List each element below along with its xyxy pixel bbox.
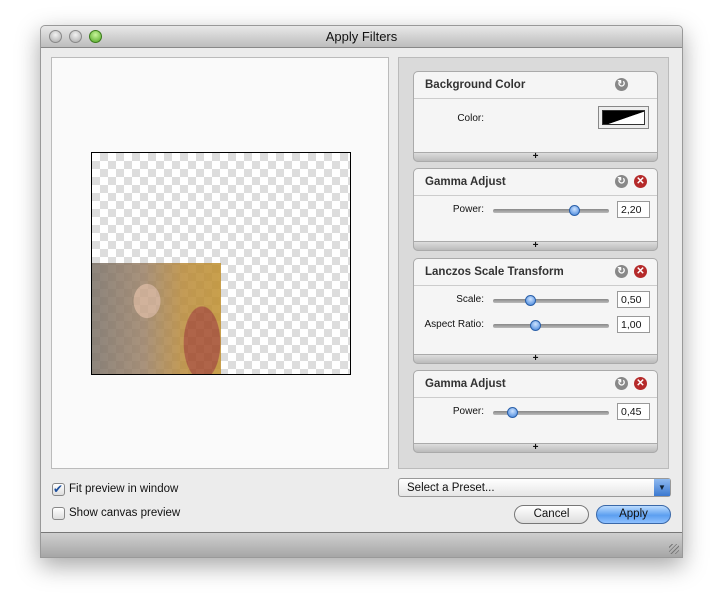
filter-title: Background Color (425, 79, 526, 91)
filter-param: Power: 2,20 (414, 201, 657, 219)
slider-thumb[interactable] (569, 205, 581, 216)
delete-x-icon[interactable]: ✕ (634, 377, 647, 390)
filter-header: Lanczos Scale Transform ↻ ✕ (414, 259, 657, 286)
apply-filters-window: Apply Filters Background Color ↻ Color: + Ga… (40, 25, 683, 558)
param-label: Scale: (456, 294, 484, 305)
plus-icon: + (532, 240, 539, 251)
param-slider[interactable] (493, 407, 609, 418)
plus-icon: + (532, 442, 539, 453)
filter-title: Gamma Adjust (425, 378, 506, 390)
preview-canvas (91, 152, 351, 375)
apply-button[interactable]: Apply (596, 505, 671, 524)
filter-title: Lanczos Scale Transform (425, 266, 564, 278)
filter-header: Gamma Adjust ↻ ✕ (414, 371, 657, 398)
add-filter-button[interactable]: + (413, 152, 658, 162)
preview-pane (51, 57, 389, 469)
param-label: Power: (452, 204, 484, 215)
filter-param: Color: (414, 106, 657, 129)
preset-value: Select a Preset... (407, 482, 495, 494)
delete-x-icon[interactable]: ✕ (634, 265, 647, 278)
filter-card: Gamma Adjust ↻ ✕ Power: 0,45 + (413, 370, 658, 453)
delete-x-icon[interactable]: ✕ (634, 175, 647, 188)
resize-grip-icon[interactable] (669, 544, 679, 554)
canvas-preview-checkbox[interactable] (52, 507, 65, 520)
fit-preview-label: Fit preview in window (69, 483, 179, 495)
plus-icon: + (532, 353, 539, 364)
filter-title: Gamma Adjust (425, 176, 506, 188)
filter-param: Scale: 0,50 (414, 291, 657, 309)
param-slider[interactable] (493, 295, 609, 306)
filter-card: Background Color ↻ Color: + (413, 71, 658, 162)
add-filter-button[interactable]: + (413, 354, 658, 364)
filter-header: Background Color ↻ (414, 72, 657, 99)
plus-icon: + (532, 151, 539, 162)
preview-image (92, 263, 221, 374)
status-bar (41, 532, 682, 557)
param-label: Aspect Ratio: (424, 319, 484, 330)
slider-thumb[interactable] (506, 407, 518, 418)
param-slider[interactable] (493, 320, 609, 331)
color-well[interactable] (598, 106, 649, 129)
slider-thumb[interactable] (529, 320, 541, 331)
filter-list: Background Color ↻ Color: + Gamma Adjust ↻ ✕ Po… (398, 57, 669, 469)
filter-param: Power: 0,45 (414, 403, 657, 421)
param-label: Power: (452, 406, 484, 417)
window-title: Apply Filters (325, 29, 398, 44)
filter-header: Gamma Adjust ↻ ✕ (414, 169, 657, 196)
filter-card: Lanczos Scale Transform ↻ ✕ Scale: 0,50 Aspec… (413, 258, 658, 364)
reset-arrow-icon[interactable]: ↻ (615, 377, 628, 390)
param-slider[interactable] (493, 205, 609, 216)
add-filter-button[interactable]: + (413, 443, 658, 453)
slider-thumb[interactable] (525, 295, 537, 306)
reset-arrow-icon[interactable]: ↻ (615, 78, 628, 91)
add-filter-button[interactable]: + (413, 241, 658, 251)
reset-arrow-icon[interactable]: ↻ (615, 265, 628, 278)
zoom-window-button[interactable] (89, 30, 102, 43)
param-value-field[interactable]: 0,45 (617, 403, 650, 420)
title-bar: Apply Filters (41, 26, 682, 48)
filter-param: Aspect Ratio: 1,00 (414, 316, 657, 334)
chevron-down-icon: ▼ (654, 479, 670, 496)
param-value-field[interactable]: 0,50 (617, 291, 650, 308)
reset-arrow-icon[interactable]: ↻ (615, 175, 628, 188)
param-label: Color: (457, 113, 484, 124)
minimize-window-button[interactable] (69, 30, 82, 43)
filter-card: Gamma Adjust ↻ ✕ Power: 2,20 + (413, 168, 658, 251)
preset-select[interactable]: Select a Preset... ▼ (398, 478, 671, 497)
canvas-preview-label: Show canvas preview (69, 507, 181, 519)
cancel-button[interactable]: Cancel (514, 505, 589, 524)
fit-preview-checkbox[interactable]: ✔ (52, 483, 65, 496)
close-window-button[interactable] (49, 30, 62, 43)
param-value-field[interactable]: 1,00 (617, 316, 650, 333)
param-value-field[interactable]: 2,20 (617, 201, 650, 218)
